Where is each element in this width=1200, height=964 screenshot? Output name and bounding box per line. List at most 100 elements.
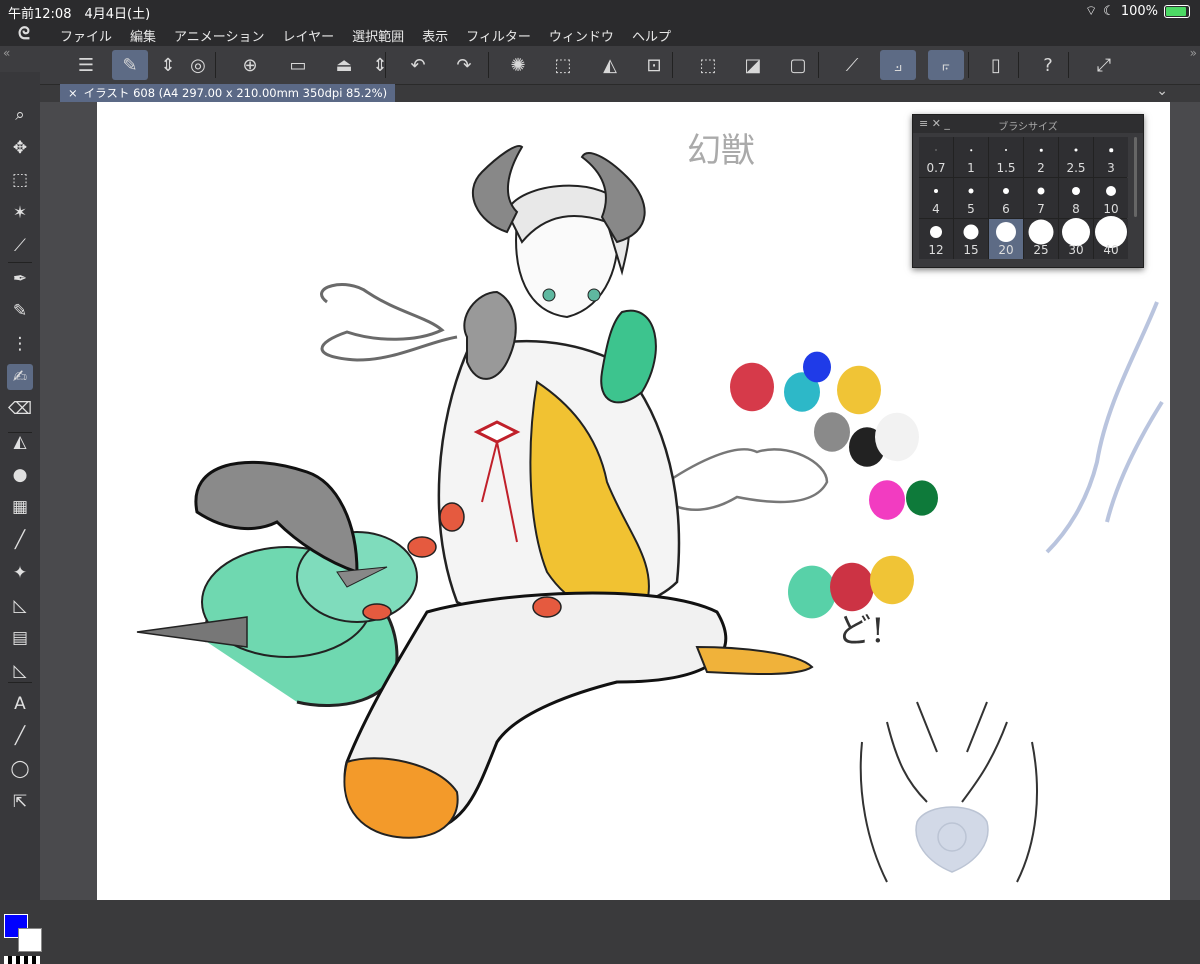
redo-icon[interactable]: ↷ <box>446 50 482 80</box>
command-bar: ☰ ✎ ⇕ ◎ ⊕ ▭ ⏏ ⇕ ↶ ↷ ✺ ⬚ ◭ ⊡ ⬚ ◪ ▢ ⟋ ⟓ ⟔ ▯? ⤢ <box>0 46 1200 85</box>
fullscreen-icon[interactable]: ⤢ <box>1086 50 1122 80</box>
battery-icon <box>1164 4 1190 18</box>
open-folder-icon[interactable]: ▭ <box>280 50 316 80</box>
brush-size-6[interactable]: 6 <box>989 178 1023 218</box>
color-dab <box>869 480 905 520</box>
pen-icon[interactable]: ✒ <box>7 266 33 292</box>
brush-size-2.5[interactable]: 2.5 <box>1059 137 1093 177</box>
document-tab[interactable]: × イラスト 608 (A4 297.00 x 210.00mm 350dpi … <box>60 84 396 102</box>
lasso-icon[interactable]: ◯ <box>7 756 33 782</box>
tool-separator <box>8 432 32 433</box>
phone-icon[interactable]: ▯ <box>978 50 1014 80</box>
spiral-icon[interactable]: ◎ <box>180 50 216 80</box>
undo-icon[interactable]: ↶ <box>400 50 436 80</box>
brush-size-4[interactable]: 4 <box>919 178 953 218</box>
invert-icon[interactable]: ◪ <box>735 50 771 80</box>
brush-size-5[interactable]: 5 <box>954 178 988 218</box>
brush-size-25[interactable]: 25 <box>1024 219 1058 259</box>
collapse-left-icon[interactable]: « <box>3 46 10 60</box>
toolbar-separator <box>385 52 386 78</box>
brush-size-label: 2.5 <box>1066 161 1086 175</box>
app-logo-icon[interactable]: ᘓ <box>18 24 40 44</box>
brush-size-0.7[interactable]: 0.7 <box>919 137 953 177</box>
chevron-down-icon[interactable]: ⌄ <box>1156 83 1168 99</box>
airbrush-icon[interactable]: ⋮ <box>7 331 33 357</box>
panel-scrollbar[interactable] <box>1134 137 1137 217</box>
menu-item-1[interactable]: 編集 <box>130 26 156 45</box>
fill-icon[interactable]: ◭ <box>592 50 628 80</box>
document-tab-bar: × イラスト 608 (A4 297.00 x 210.00mm 350dpi … <box>60 83 1170 102</box>
brush-size-15[interactable]: 15 <box>954 219 988 259</box>
brush-size-40[interactable]: 40 <box>1094 216 1128 259</box>
brush-size-2[interactable]: 2 <box>1024 137 1058 177</box>
brush-size-7[interactable]: 7 <box>1024 178 1058 218</box>
canvas-gutter-right <box>1170 102 1200 900</box>
gradient-icon[interactable]: ▦ <box>7 494 33 520</box>
decoration-icon[interactable]: ✦ <box>7 560 33 586</box>
toolbar-separator <box>488 52 489 78</box>
updown-icon[interactable]: ⇕ <box>362 50 398 80</box>
pencil-icon[interactable]: ✎ <box>7 298 33 324</box>
sketch-right-edge <box>1045 301 1164 554</box>
brush-size-label: 7 <box>1037 202 1045 216</box>
brush-size-12[interactable]: 12 <box>919 219 953 259</box>
brush-tool-icon[interactable]: ✎ <box>112 50 148 80</box>
marquee-icon[interactable]: ⬚ <box>7 167 33 193</box>
brush-dot-icon <box>1074 148 1078 152</box>
ruler-2-icon[interactable]: ⟔ <box>928 50 964 80</box>
close-tab-icon[interactable]: × <box>68 86 78 100</box>
brush-dot-icon <box>968 188 974 194</box>
menu-item-5[interactable]: 表示 <box>422 26 448 45</box>
wand-icon[interactable]: ✶ <box>7 200 33 226</box>
brush-size-8[interactable]: 8 <box>1059 178 1093 218</box>
collapse-right-icon[interactable]: » <box>1190 46 1197 60</box>
ruler-icon[interactable]: ⟓ <box>880 50 916 80</box>
new-file-icon[interactable]: ⊕ <box>232 50 268 80</box>
select-icon[interactable]: ⬚ <box>545 50 581 80</box>
color-dabs <box>730 351 938 619</box>
save-icon[interactable]: ⏏ <box>326 50 362 80</box>
menu-item-4[interactable]: 選択範囲 <box>352 26 404 45</box>
frame-icon[interactable]: ◺ <box>7 593 33 619</box>
transparent-color-swatch[interactable] <box>4 956 40 964</box>
brush-dot-icon <box>1109 148 1113 152</box>
menu-item-7[interactable]: ウィンドウ <box>549 26 614 45</box>
sub-color-swatch[interactable] <box>18 928 42 952</box>
brush-size-30[interactable]: 30 <box>1059 218 1093 259</box>
select-arrow-icon[interactable]: ⇱ <box>7 789 33 815</box>
brush-size-1[interactable]: 1 <box>954 137 988 177</box>
layout-icon[interactable]: ▤ <box>7 625 33 651</box>
blend-icon[interactable]: ● <box>7 462 33 488</box>
menu-item-6[interactable]: フィルター <box>466 26 531 45</box>
eraser-icon[interactable]: ⌫ <box>7 396 33 422</box>
line-icon[interactable]: ╱ <box>7 527 33 553</box>
smoke-left <box>320 283 458 362</box>
eyedropper-icon[interactable]: ⟋ <box>7 233 33 259</box>
menu-item-2[interactable]: アニメーション <box>174 26 264 45</box>
ruler-icon[interactable]: ◺ <box>7 658 33 684</box>
menu-icon[interactable]: ☰ <box>68 50 104 80</box>
deselect-icon[interactable]: ⬚ <box>690 50 726 80</box>
straight-line-icon[interactable]: ╱ <box>7 723 33 749</box>
menu-item-8[interactable]: ヘルプ <box>632 26 671 45</box>
loading-icon[interactable]: ✺ <box>500 50 536 80</box>
text-icon[interactable]: A <box>7 691 33 717</box>
border-icon[interactable]: ▢ <box>780 50 816 80</box>
brush-size-3[interactable]: 3 <box>1094 137 1128 177</box>
menu-item-3[interactable]: レイヤー <box>283 26 335 45</box>
brush-size-1.5[interactable]: 1.5 <box>989 137 1023 177</box>
snap-icon[interactable]: ⟋ <box>834 50 870 80</box>
color-dab <box>788 565 836 619</box>
zoom-icon[interactable]: ⌕ <box>7 102 33 128</box>
brush-size-20[interactable]: 20 <box>989 219 1023 259</box>
foot-right <box>695 645 814 676</box>
menu-item-0[interactable]: ファイル <box>60 26 112 45</box>
panel-header: ≡ ✕ _ ブラシサイズ <box>913 115 1143 133</box>
brush-size-10[interactable]: 10 <box>1094 178 1128 218</box>
transform-icon[interactable]: ⊡ <box>636 50 672 80</box>
toolbar-separator <box>215 52 216 78</box>
brush-size-panel: ≡ ✕ _ ブラシサイズ 0.7 1 1.5 2 2.5 3 4 5 6 7 8 10 12 15 20 25… <box>912 114 1144 268</box>
brush-icon[interactable]: ✍ <box>7 363 33 390</box>
move-icon[interactable]: ✥ <box>7 135 33 161</box>
help-icon[interactable]: ? <box>1030 50 1066 80</box>
